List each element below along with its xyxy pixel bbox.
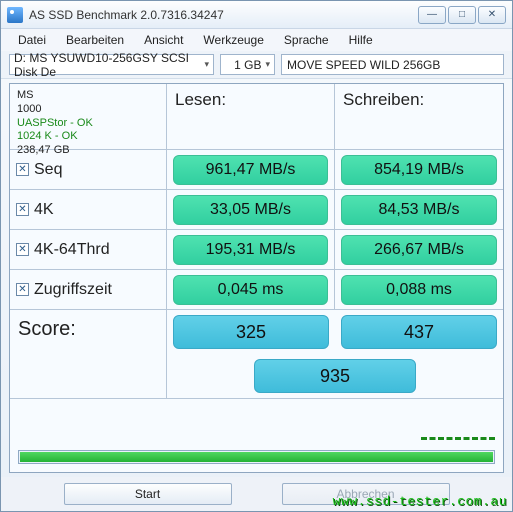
disk-select-value: D: MS YSUWD10-256GSY SCSI Disk De [14, 51, 200, 79]
k4-64-write-value: 266,67 MB/s [341, 235, 497, 265]
menu-help[interactable]: Hilfe [340, 31, 382, 49]
k4-read-value: 33,05 MB/s [173, 195, 328, 225]
model-value: MOVE SPEED WILD 256GB [287, 58, 440, 72]
close-button[interactable]: ✕ [478, 6, 506, 24]
menu-view[interactable]: Ansicht [135, 31, 192, 49]
maximize-icon: □ [459, 9, 465, 20]
maximize-button[interactable]: □ [448, 6, 476, 24]
access-text: Zugriffszeit [34, 281, 112, 299]
window-controls: — □ ✕ [418, 6, 506, 24]
results-panel: MS 1000 UASPStor - OK 1024 K - OK 238,47… [9, 83, 504, 473]
score-total-value: 935 [254, 359, 416, 393]
check-icon: ✕ [18, 204, 26, 215]
start-button[interactable]: Start [64, 483, 232, 505]
disk-name: MS [17, 89, 34, 103]
seq-read-cell: 961,47 MB/s [167, 150, 335, 190]
k4-checkbox[interactable]: ✕ [16, 203, 29, 216]
score-write-cell: 437 [335, 310, 503, 354]
access-write-cell: 0,088 ms [335, 270, 503, 310]
k4-64-write-cell: 266,67 MB/s [335, 230, 503, 270]
progress-area [10, 399, 503, 472]
menu-tools[interactable]: Werkzeuge [194, 31, 272, 49]
score-read-cell: 325 [167, 310, 335, 354]
score-block: Score: 325 437 935 [10, 310, 503, 399]
row-4k-label: ✕ 4K [10, 190, 167, 230]
k4-read-cell: 33,05 MB/s [167, 190, 335, 230]
k4-64-read-cell: 195,31 MB/s [167, 230, 335, 270]
k4-64-text: 4K-64Thrd [34, 241, 110, 259]
window-title: AS SSD Benchmark 2.0.7316.34247 [29, 8, 418, 22]
size-select-value: 1 GB [234, 58, 261, 72]
minimize-button[interactable]: — [418, 6, 446, 24]
row-seq-label: ✕ Seq [10, 150, 167, 190]
toolbar: D: MS YSUWD10-256GSY SCSI Disk De ▾ 1 GB… [1, 51, 512, 79]
size-select[interactable]: 1 GB ▾ [220, 54, 275, 75]
access-write-value: 0,088 ms [341, 275, 497, 305]
disk-driver: UASPStor - OK [17, 117, 93, 131]
menu-file[interactable]: Datei [9, 31, 55, 49]
k4-64-checkbox[interactable]: ✕ [16, 243, 29, 256]
score-read-value: 325 [173, 315, 329, 349]
close-icon: ✕ [488, 9, 496, 20]
idle-indicator [421, 437, 495, 440]
header-read: Lesen: [167, 84, 335, 150]
access-read-cell: 0,045 ms [167, 270, 335, 310]
k4-text: 4K [34, 201, 54, 219]
chevron-down-icon: ▾ [204, 59, 209, 70]
menu-edit[interactable]: Bearbeiten [57, 31, 133, 49]
check-icon: ✕ [18, 244, 26, 255]
menu-language[interactable]: Sprache [275, 31, 338, 49]
disk-select[interactable]: D: MS YSUWD10-256GSY SCSI Disk De ▾ [9, 54, 214, 75]
seq-text: Seq [34, 161, 62, 179]
k4-64-read-value: 195,31 MB/s [173, 235, 328, 265]
menubar: Datei Bearbeiten Ansicht Werkzeuge Sprac… [1, 29, 512, 51]
check-icon: ✕ [18, 164, 26, 175]
seq-write-cell: 854,19 MB/s [335, 150, 503, 190]
abort-button: Abbrechen [282, 483, 450, 505]
check-icon: ✕ [18, 284, 26, 295]
header-write: Schreiben: [335, 84, 503, 150]
disk-align: 1024 K - OK [17, 130, 78, 144]
seq-write-value: 854,19 MB/s [341, 155, 497, 185]
access-checkbox[interactable]: ✕ [16, 283, 29, 296]
score-label: Score: [10, 310, 167, 398]
score-write-value: 437 [341, 315, 497, 349]
app-window: AS SSD Benchmark 2.0.7316.34247 — □ ✕ Da… [0, 0, 513, 512]
minimize-icon: — [427, 9, 437, 20]
model-field[interactable]: MOVE SPEED WILD 256GB [281, 54, 504, 75]
results-grid: MS 1000 UASPStor - OK 1024 K - OK 238,47… [10, 84, 503, 310]
seq-read-value: 961,47 MB/s [173, 155, 328, 185]
seq-checkbox[interactable]: ✕ [16, 163, 29, 176]
titlebar[interactable]: AS SSD Benchmark 2.0.7316.34247 — □ ✕ [1, 1, 512, 29]
k4-write-cell: 84,53 MB/s [335, 190, 503, 230]
access-read-value: 0,045 ms [173, 275, 328, 305]
score-total-cell: 935 [167, 354, 503, 398]
app-icon [7, 7, 23, 23]
progress-bar [18, 450, 495, 464]
progress-fill [20, 452, 493, 462]
chevron-down-icon: ▾ [265, 59, 270, 70]
disk-info-cell: MS 1000 UASPStor - OK 1024 K - OK 238,47… [10, 84, 167, 150]
row-access-label: ✕ Zugriffszeit [10, 270, 167, 310]
button-bar: Start Abbrechen [1, 477, 512, 511]
row-4k64-label: ✕ 4K-64Thrd [10, 230, 167, 270]
k4-write-value: 84,53 MB/s [341, 195, 497, 225]
disk-iops: 1000 [17, 103, 41, 117]
